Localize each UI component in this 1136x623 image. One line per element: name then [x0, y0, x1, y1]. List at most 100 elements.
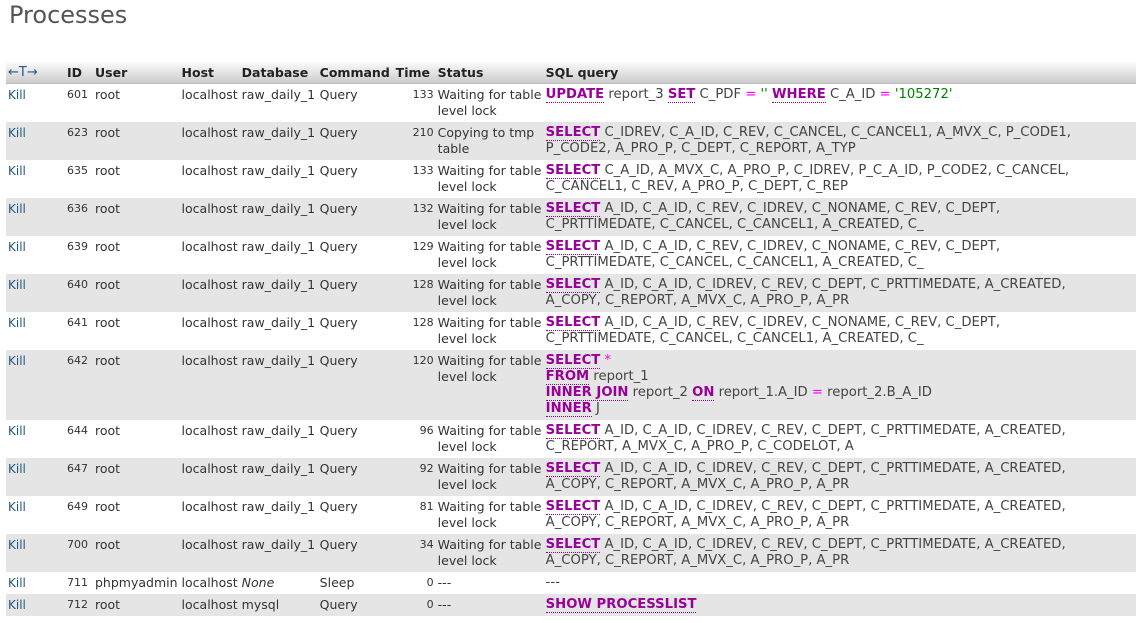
sql-keyword[interactable]: ON — [692, 385, 715, 401]
kill-link[interactable]: Kill — [8, 316, 26, 330]
column-header-database[interactable]: Database — [239, 60, 318, 84]
column-header-user[interactable]: User — [93, 60, 180, 84]
kill-link[interactable]: Kill — [8, 126, 26, 140]
sql-query: SELECT A_ID, C_A_ID, C_REV, C_IDREV, C_N… — [543, 236, 1136, 274]
process-status: Waiting for table level lock — [435, 534, 544, 572]
sql-text: A_COPY, C_REPORT, A_MVX_C, A_PRO_P, A_PR — [545, 553, 850, 568]
process-database: raw_daily_1 — [239, 198, 318, 236]
process-id: 711 — [65, 572, 93, 594]
sql-keyword[interactable]: INNER — [545, 401, 592, 417]
sql-text: A_ID, C_A_ID, C_REV, C_IDREV, C_NONAME, … — [600, 315, 1001, 330]
process-id: 601 — [65, 83, 93, 122]
sql-text: report_2 — [628, 385, 693, 400]
process-status: Waiting for table level lock — [435, 496, 544, 534]
sql-keyword[interactable]: SELECT — [545, 201, 601, 217]
sql-keyword[interactable]: SELECT — [545, 315, 601, 331]
sql-text: A_ID, C_A_ID, C_REV, C_IDREV, C_NONAME, … — [600, 239, 1001, 254]
sql-keyword[interactable]: SELECT — [545, 461, 601, 477]
process-time: 92 — [393, 458, 436, 496]
kill-link[interactable]: Kill — [8, 88, 26, 102]
process-status: --- — [435, 572, 544, 594]
sql-query: SELECT A_ID, C_A_ID, C_IDREV, C_REV, C_D… — [543, 534, 1136, 572]
sql-query: SELECT C_IDREV, C_A_ID, C_REV, C_CANCEL,… — [543, 122, 1136, 160]
sql-keyword[interactable]: FROM — [545, 369, 590, 385]
sql-line: UPDATE report_3 SET C_PDF = '' WHERE C_A… — [545, 87, 1134, 103]
sql-operator: = — [879, 87, 891, 102]
process-id: 636 — [65, 198, 93, 236]
process-command: Query — [317, 496, 394, 534]
sql-keyword[interactable]: SELECT — [545, 537, 601, 553]
kill-link[interactable]: Kill — [8, 500, 26, 514]
kill-cell: Kill — [6, 534, 65, 572]
sql-keyword[interactable]: SELECT — [545, 499, 601, 515]
process-time: 132 — [393, 198, 436, 236]
sql-keyword[interactable]: INNER JOIN — [545, 385, 629, 401]
sql-keyword[interactable]: SELECT — [545, 239, 601, 255]
process-user: root — [93, 160, 180, 198]
sort-arrows-icon[interactable]: ←T→ — [6, 60, 65, 84]
sql-text: C_PDF — [695, 87, 746, 102]
sql-line: INNER JOIN report_2 ON report_1.A_ID = r… — [545, 385, 1134, 401]
kill-cell: Kill — [6, 420, 65, 458]
column-header-host[interactable]: Host — [179, 60, 240, 84]
sql-keyword[interactable]: SELECT — [545, 423, 601, 439]
kill-cell: Kill — [6, 594, 65, 616]
column-header-sql-query[interactable]: SQL query — [543, 60, 1136, 84]
process-status: Waiting for table level lock — [435, 420, 544, 458]
process-id: 641 — [65, 312, 93, 350]
process-user: phpmyadmin — [93, 572, 180, 594]
sql-keyword[interactable]: SELECT — [545, 277, 601, 293]
sql-text: C_A_ID, A_MVX_C, A_PRO_P, C_IDREV, P_C_A… — [600, 163, 1070, 178]
kill-link[interactable]: Kill — [8, 462, 26, 476]
table-row: Kill 601 root localhost raw_daily_1 Query 133 W… — [6, 83, 1136, 122]
process-command: Query — [317, 534, 394, 572]
kill-link[interactable]: Kill — [8, 202, 26, 216]
sql-keyword[interactable]: WHERE — [771, 87, 826, 103]
process-command: Query — [317, 122, 394, 160]
sql-text: report_1.A_ID — [714, 385, 812, 400]
kill-cell: Kill — [6, 312, 65, 350]
sql-query: UPDATE report_3 SET C_PDF = '' WHERE C_A… — [543, 83, 1136, 122]
process-time: 133 — [393, 160, 436, 198]
kill-link[interactable]: Kill — [8, 538, 26, 552]
process-time: 34 — [393, 534, 436, 572]
kill-link[interactable]: Kill — [8, 354, 26, 368]
page-title: Processes — [9, 1, 128, 29]
sql-line: SHOW PROCESSLIST — [545, 597, 1134, 613]
sql-line: INNER J — [545, 401, 1134, 417]
table-row: Kill 639 root localhost raw_daily_1 Query 129 W… — [6, 236, 1136, 274]
sql-keyword[interactable]: SHOW PROCESSLIST — [545, 597, 697, 613]
process-status: Waiting for table level lock — [435, 350, 544, 420]
sql-text: --- — [545, 575, 560, 590]
sql-keyword[interactable]: UPDATE — [545, 87, 605, 103]
process-user: root — [93, 274, 180, 312]
kill-link[interactable]: Kill — [8, 424, 26, 438]
sql-line: C_PRTTIMEDATE, C_CANCEL, C_CANCEL1, A_CR… — [546, 217, 1134, 233]
column-header-status[interactable]: Status — [435, 60, 544, 84]
sql-line: A_COPY, C_REPORT, A_MVX_C, A_PRO_P, A_PR — [546, 293, 1134, 309]
sql-keyword[interactable]: SELECT — [545, 163, 601, 179]
process-id: 700 — [65, 534, 93, 572]
sql-line: P_CODE2, A_PRO_P, C_DEPT, C_REPORT, A_TY… — [546, 141, 1134, 157]
process-host: localhost — [179, 534, 240, 572]
sql-query: SELECT A_ID, C_A_ID, C_IDREV, C_REV, C_D… — [543, 274, 1136, 312]
table-row: Kill 712 root localhost mysql Query 0 --- SHOW P… — [6, 594, 1136, 616]
process-time: 128 — [393, 274, 436, 312]
sql-keyword[interactable]: SET — [667, 87, 696, 103]
process-command: Query — [317, 458, 394, 496]
kill-link[interactable]: Kill — [8, 240, 26, 254]
column-header-id[interactable]: ID — [65, 60, 93, 84]
kill-link[interactable]: Kill — [8, 576, 26, 590]
sql-line: A_COPY, C_REPORT, A_MVX_C, A_PRO_P, A_PR — [546, 477, 1134, 493]
kill-link[interactable]: Kill — [8, 164, 26, 178]
sql-keyword[interactable]: SELECT — [545, 125, 601, 141]
column-header-command[interactable]: Command — [317, 60, 394, 84]
column-header-time[interactable]: Time — [393, 60, 436, 84]
sql-line: SELECT A_ID, C_A_ID, C_REV, C_IDREV, C_N… — [545, 239, 1134, 255]
process-command: Query — [317, 160, 394, 198]
process-user: root — [93, 122, 180, 160]
kill-link[interactable]: Kill — [8, 278, 26, 292]
sql-keyword[interactable]: SELECT — [545, 353, 601, 369]
process-command: Query — [317, 83, 394, 122]
kill-link[interactable]: Kill — [8, 598, 26, 612]
